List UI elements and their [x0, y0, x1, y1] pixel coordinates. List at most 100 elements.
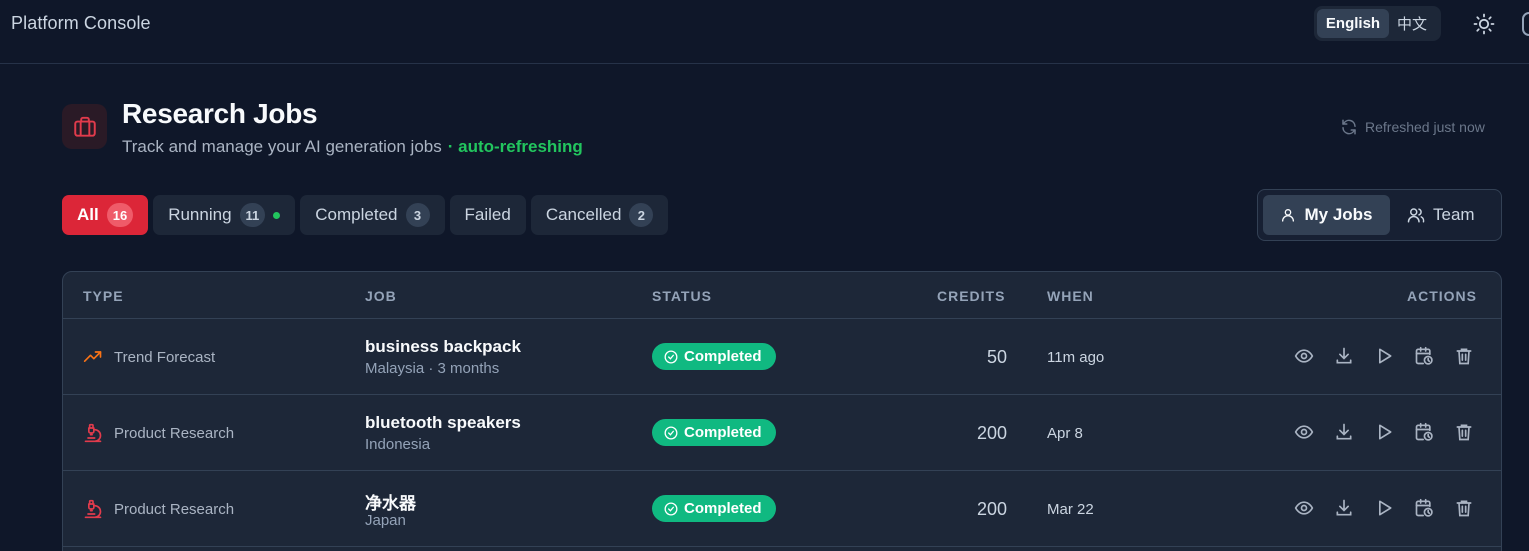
microscope-icon: [84, 499, 102, 519]
check-circle-icon: [664, 350, 678, 363]
users-icon: [1407, 208, 1425, 223]
tab-label: All: [77, 205, 99, 224]
column-header-type[interactable]: TYPE: [83, 288, 124, 304]
status-label: Completed: [684, 348, 762, 365]
check-circle-icon: [664, 502, 678, 515]
tab-cancelled[interactable]: Cancelled 2: [530, 195, 669, 235]
table-row[interactable]: Product Research bluetooth speakers Indo…: [63, 395, 1501, 471]
download-button[interactable]: [1331, 495, 1357, 521]
briefcase-icon: [73, 116, 96, 137]
auto-refresh-indicator: · auto-refreshing: [447, 137, 583, 156]
column-header-job[interactable]: JOB: [365, 288, 397, 304]
rerun-button[interactable]: [1371, 419, 1397, 445]
play-icon: [1379, 500, 1392, 516]
count-badge: 2: [629, 203, 654, 227]
user-icon: [1282, 209, 1295, 222]
when-value: Apr 8: [1047, 425, 1083, 442]
eye-icon: [1294, 501, 1314, 515]
delete-button[interactable]: [1451, 343, 1477, 369]
download-icon: [1336, 423, 1352, 440]
tab-running[interactable]: Running 11: [153, 195, 296, 235]
job-name[interactable]: bluetooth speakers: [365, 413, 521, 433]
jobs-table: TYPE JOB STATUS CREDITS WHEN ACTIONS Tre…: [62, 271, 1502, 551]
tab-failed[interactable]: Failed: [449, 195, 526, 235]
download-button[interactable]: [1331, 419, 1357, 445]
view-button[interactable]: [1291, 495, 1317, 521]
job-meta: Indonesia: [365, 436, 431, 453]
play-icon: [1379, 348, 1392, 364]
credits-value: 200: [976, 499, 1007, 519]
eye-icon: [1294, 349, 1314, 363]
column-header-when[interactable]: WHEN: [1047, 288, 1094, 304]
header-icon-tile: [62, 104, 107, 149]
download-icon: [1336, 499, 1352, 516]
row-actions: [1291, 419, 1477, 445]
eye-icon: [1294, 425, 1314, 439]
rerun-button[interactable]: [1371, 343, 1397, 369]
download-icon: [1336, 347, 1352, 364]
job-type-label: Product Research: [114, 424, 235, 442]
table-row[interactable]: Trend Forecast business backpack Malaysi…: [63, 319, 1501, 395]
column-header-status[interactable]: STATUS: [652, 288, 712, 304]
team-button[interactable]: Team: [1392, 195, 1490, 235]
download-button[interactable]: [1331, 343, 1357, 369]
calendar-clock-icon: [1415, 422, 1433, 441]
credits-value: 50: [986, 347, 1007, 367]
trending-up-icon: [83, 351, 102, 362]
refresh-note-text: Refreshed just now: [1365, 119, 1485, 135]
tab-completed[interactable]: Completed 3: [300, 195, 445, 235]
job-type: Trend Forecast: [83, 347, 215, 367]
schedule-button[interactable]: [1411, 495, 1437, 521]
count-badge: 11: [239, 203, 266, 227]
subtitle-text: Track and manage your AI generation jobs: [122, 137, 442, 156]
when-value: 11m ago: [1047, 349, 1105, 366]
schedule-button[interactable]: [1411, 419, 1437, 445]
refresh-status[interactable]: Refreshed just now: [1340, 118, 1485, 136]
tab-label: Failed: [464, 205, 511, 224]
job-meta: Malaysia · 3 months: [365, 360, 500, 377]
count-badge: 3: [405, 203, 430, 227]
job-name[interactable]: 净水器: [365, 489, 416, 514]
rerun-button[interactable]: [1371, 495, 1397, 521]
job-type: Product Research: [83, 499, 234, 519]
table-row[interactable]: Product Research 净水器 Japan Completed 200…: [63, 471, 1501, 547]
trash-icon: [1456, 424, 1472, 441]
microscope-icon: [84, 423, 102, 443]
tab-all[interactable]: All 16: [62, 195, 149, 235]
view-button[interactable]: [1291, 419, 1317, 445]
delete-button[interactable]: [1451, 419, 1477, 445]
team-label: Team: [1433, 205, 1475, 224]
schedule-button[interactable]: [1411, 343, 1437, 369]
sun-icon: [1473, 13, 1495, 35]
column-header-actions: ACTIONS: [1407, 288, 1477, 304]
status-badge: Completed: [652, 419, 776, 446]
job-meta: Japan: [365, 512, 406, 529]
play-icon: [1379, 424, 1392, 440]
job-type: Product Research: [83, 423, 234, 443]
row-actions: [1291, 343, 1477, 369]
status-badge: Completed: [652, 343, 776, 370]
job-type-label: Product Research: [114, 500, 235, 518]
tab-label: Running: [168, 205, 232, 224]
my-jobs-button[interactable]: My Jobs: [1263, 195, 1390, 235]
trash-icon: [1456, 500, 1472, 517]
row-actions: [1291, 495, 1477, 521]
view-button[interactable]: [1291, 343, 1317, 369]
table-header: TYPE JOB STATUS CREDITS WHEN ACTIONS: [63, 272, 1501, 319]
calendar-clock-icon: [1415, 346, 1433, 365]
job-name[interactable]: business backpack: [365, 337, 521, 357]
theme-toggle-button[interactable]: [1468, 8, 1500, 40]
tab-label: Completed: [315, 205, 398, 224]
live-dot: [273, 211, 281, 219]
language-english-button[interactable]: English: [1317, 9, 1389, 38]
language-chinese-button[interactable]: 中文: [1389, 9, 1435, 38]
column-header-credits[interactable]: CREDITS: [937, 288, 1005, 304]
scrollbar-edge[interactable]: [1522, 12, 1529, 36]
status-filter-tabs: All 16 Running 11 Completed 3 Failed Can…: [62, 195, 669, 235]
top-bar: Platform Console English 中文: [0, 0, 1529, 64]
job-scope-toggle: My Jobs Team: [1257, 189, 1502, 241]
delete-button[interactable]: [1451, 495, 1477, 521]
calendar-clock-icon: [1415, 498, 1433, 517]
when-value: Mar 22: [1047, 501, 1094, 518]
status-label: Completed: [684, 424, 762, 441]
